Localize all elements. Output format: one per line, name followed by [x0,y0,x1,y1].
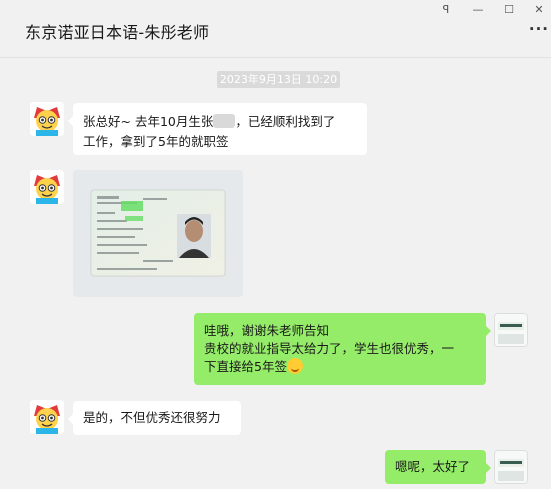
redacted-name [213,114,236,128]
message-line: 哇哦，谢谢朱老师告知 [204,323,330,338]
message-bubble-outgoing[interactable]: 哇哦，谢谢朱老师告知 贵校的就业指导太给力了，学生也很优秀，一 下直接给5年签 [194,313,491,385]
title-bar: 东京诺亚日本语-朱彤老师 ꟼ — ☐ ✕ ··· [0,0,551,58]
id-card-photo [73,170,243,297]
chat-title: 东京诺亚日本语-朱彤老师 [25,23,210,42]
user-avatar[interactable] [494,450,528,484]
close-icon[interactable]: ✕ [531,3,547,16]
message-line: 贵校的就业指导太给力了，学生也很优秀，一 [204,341,455,356]
message-bubble-incoming[interactable]: 是的，不但优秀还很努力 [68,401,241,435]
teacher-avatar[interactable] [30,400,64,434]
pin-icon[interactable]: ꟼ [438,3,454,16]
user-avatar-icon [495,314,527,346]
message-line: 张总好~ 去年10月生张 ，已经顺利找到了 [83,114,336,129]
residence-card-image[interactable] [73,170,243,297]
cartoon-avatar-icon [30,102,64,136]
user-avatar[interactable] [494,313,528,347]
message-text: 嗯呢，太好了 [395,459,471,474]
message-line: 下直接给5年签 [204,358,476,376]
more-options-icon[interactable]: ··· [529,20,549,38]
teacher-avatar[interactable] [30,170,64,204]
message-text: 是的，不但优秀还很努力 [83,410,221,425]
minimize-icon[interactable]: — [470,3,486,16]
cartoon-avatar-icon [30,170,64,204]
cartoon-avatar-icon [30,400,64,434]
user-avatar-icon [495,451,527,483]
message-bubble-incoming[interactable]: 张总好~ 去年10月生张 ，已经顺利找到了 工作，拿到了5年的就职签 [68,103,367,155]
maximize-icon[interactable]: ☐ [501,3,517,16]
message-line: 工作，拿到了5年的就职签 [83,134,229,149]
grin-emoji-icon [286,358,303,374]
message-bubble-outgoing[interactable]: 嗯呢，太好了 [385,450,491,484]
message-timestamp: 2023年9月13日 10:20 [217,71,340,88]
teacher-avatar[interactable] [30,102,64,136]
